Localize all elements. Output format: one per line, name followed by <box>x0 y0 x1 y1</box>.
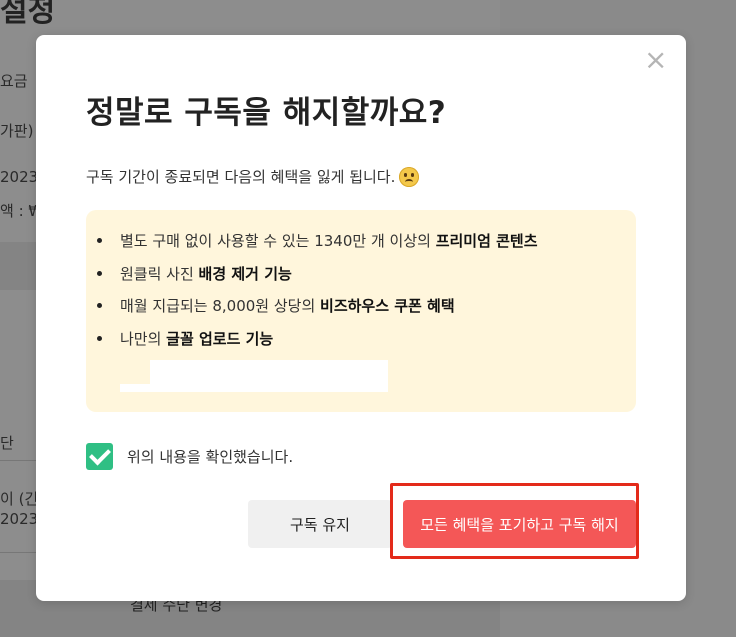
confirm-checkbox-row[interactable]: 위의 내용을 확인했습니다. <box>86 443 293 470</box>
close-icon[interactable]: × <box>644 46 667 74</box>
cancel-subscription-button[interactable]: 모든 혜택을 포기하고 구독 해지 <box>403 500 636 548</box>
checkmark-icon[interactable] <box>86 443 113 470</box>
blank-area <box>120 360 388 392</box>
keep-subscription-button[interactable]: 구독 유지 <box>248 500 392 548</box>
benefit-text: 나만의 <box>120 329 167 348</box>
benefit-item: 매월 지급되는 8,000원 상당의 비즈하우스 쿠폰 혜택 <box>96 295 538 328</box>
dialog-title: 정말로 구독을 해지할까요? <box>86 95 447 131</box>
benefit-item: 원클릭 사진 배경 제거 기능 <box>96 263 538 296</box>
benefit-highlight: 글꼴 업로드 기능 <box>166 329 274 348</box>
benefit-text: 원클릭 사진 <box>120 264 199 283</box>
benefit-highlight: 프리미엄 콘텐츠 <box>435 232 538 250</box>
benefits-box: 별도 구매 없이 사용할 수 있는 1340만 개 이상의 프리미엄 콘텐츠 원… <box>86 210 636 412</box>
benefit-text: 매월 지급되는 8,000원 상당의 <box>120 297 321 315</box>
benefits-list: 별도 구매 없이 사용할 수 있는 1340만 개 이상의 프리미엄 콘텐츠 원… <box>96 230 538 360</box>
benefit-item: 나만의 글꼴 업로드 기능 <box>96 328 538 361</box>
benefit-highlight: 배경 제거 기능 <box>198 264 292 283</box>
confirm-label[interactable]: 위의 내용을 확인했습니다. <box>127 446 293 467</box>
benefit-item: 별도 구매 없이 사용할 수 있는 1340만 개 이상의 프리미엄 콘텐츠 <box>96 230 538 263</box>
cancel-subscription-dialog: × 정말로 구독을 해지할까요? 구독 기간이 종료되면 다음의 혜택을 잃게 … <box>36 35 686 601</box>
benefit-text: 별도 구매 없이 사용할 수 있는 1340만 개 이상의 <box>120 232 436 250</box>
description-text: 구독 기간이 종료되면 다음의 혜택을 잃게 됩니다. <box>86 168 396 186</box>
benefit-highlight: 비즈하우스 쿠폰 혜택 <box>320 297 455 315</box>
sad-face-icon <box>399 166 420 187</box>
dialog-description: 구독 기간이 종료되면 다음의 혜택을 잃게 됩니다. <box>86 166 420 187</box>
